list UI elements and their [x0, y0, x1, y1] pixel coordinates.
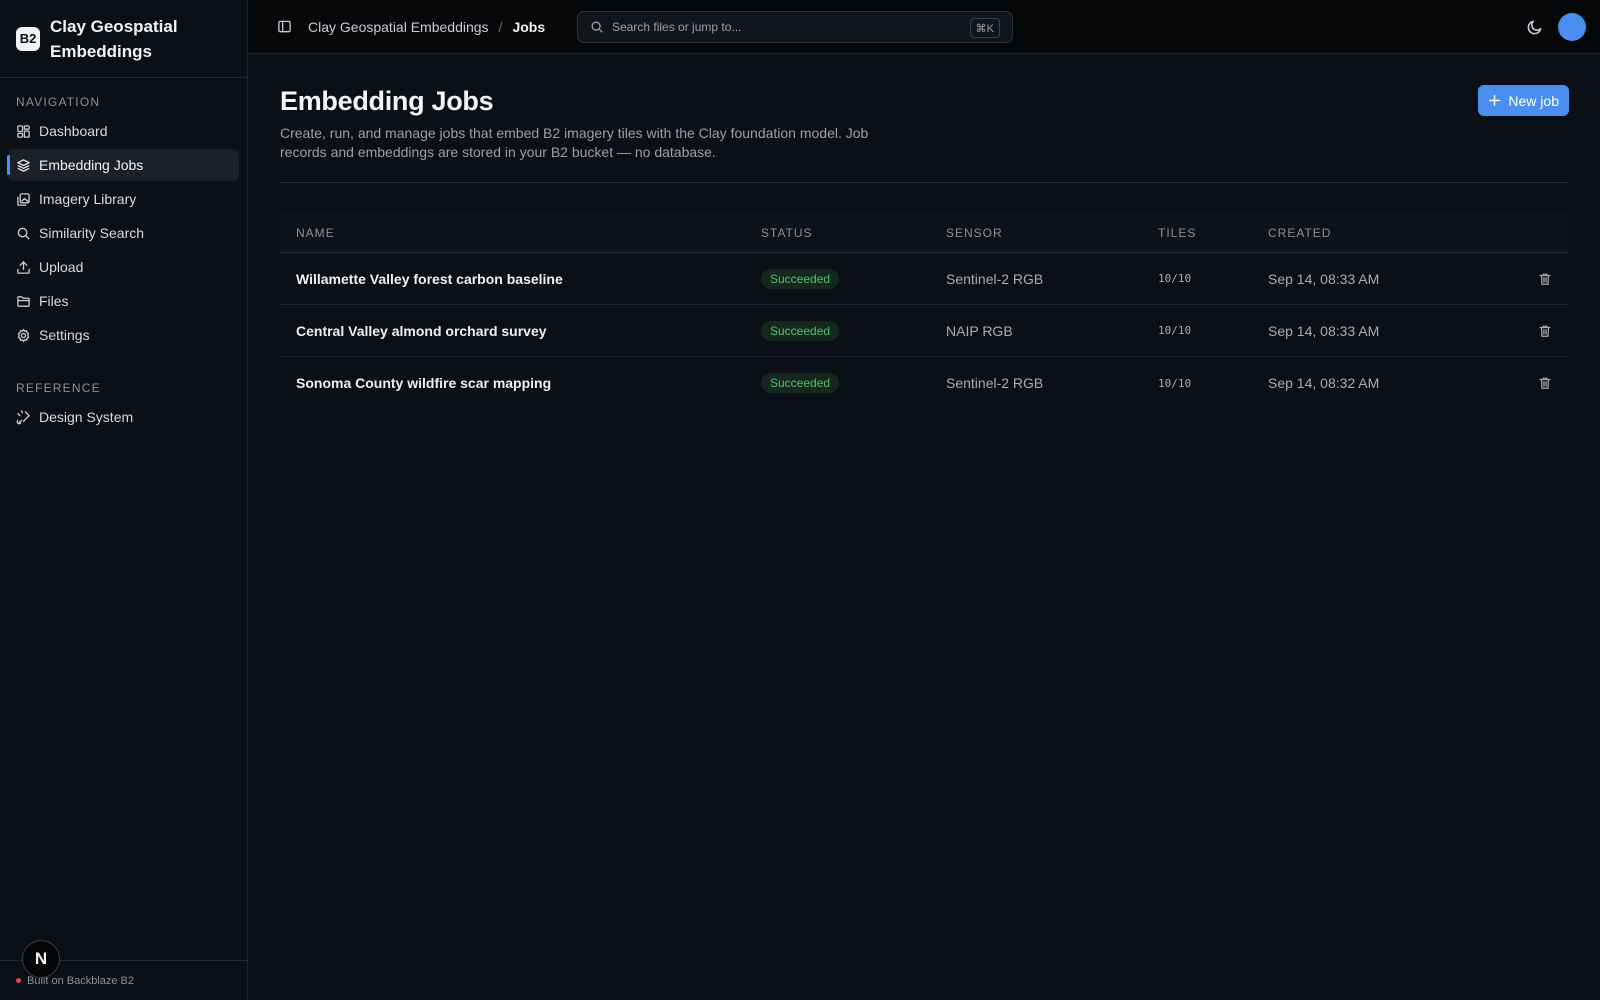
sidebar-toggle-button[interactable] [272, 15, 296, 39]
column-header-tiles[interactable]: Tiles [1158, 226, 1268, 240]
avatar[interactable] [1558, 13, 1586, 41]
sidebar-item-label: Upload [39, 259, 84, 275]
page-description: Create, run, and manage jobs that embed … [280, 125, 869, 160]
sidebar-item-design-system[interactable]: Design System [8, 401, 239, 433]
trash-icon [1539, 377, 1550, 389]
keyboard-shortcut-hint: ⌘K [969, 18, 1000, 38]
sidebar-item-label: Embedding Jobs [39, 157, 144, 173]
gear-icon [17, 328, 30, 342]
reference-list: Design System [0, 401, 247, 433]
images-icon [17, 192, 30, 206]
jobs-table: Name Status Sensor Tiles Created Willame… [280, 213, 1569, 409]
job-name[interactable]: Central Valley almond orchard survey [280, 323, 761, 339]
created-cell: Sep 14, 08:32 AM [1268, 375, 1380, 391]
status-cell: Succeeded [761, 373, 946, 393]
sidebar: B2 Clay Geospatial Embeddings Navigation… [0, 0, 248, 1000]
status-cell: Succeeded [761, 268, 946, 289]
job-name[interactable]: Sonoma County wildfire scar mapping [280, 375, 761, 391]
plus-icon [1489, 95, 1501, 106]
sidebar-item-imagery-library[interactable]: Imagery Library [8, 183, 239, 215]
delete-job-button[interactable] [1520, 376, 1569, 390]
b2-logo: B2 [16, 26, 40, 51]
nav-section-title: Navigation [16, 95, 101, 109]
main-content: Embedding Jobs Create, run, and manage j… [280, 54, 1569, 409]
upload-icon [17, 260, 30, 274]
sidebar-item-embedding-jobs[interactable]: Embedding Jobs [7, 149, 239, 181]
column-header-sensor[interactable]: Sensor [946, 226, 1158, 240]
sidebar-item-label: Imagery Library [39, 191, 137, 207]
tiles-cell: 10/10 [1158, 376, 1192, 390]
new-job-label: New job [1508, 92, 1559, 109]
search-input[interactable]: Search files or jump to... ⌘K [577, 11, 1013, 43]
sidebar-item-label: Files [39, 293, 69, 309]
breadcrumb-root-link[interactable]: Clay Geospatial Embeddings [308, 19, 489, 35]
reference-section-title: Reference [16, 381, 101, 395]
nav-list: Dashboard Embedding Jobs Imagery Library… [0, 115, 247, 351]
tiles-cell: 10/10 [1158, 272, 1192, 285]
trash-icon [1539, 273, 1550, 285]
search-icon [591, 21, 603, 33]
sensor-cell: Sentinel-2 RGB [946, 375, 1044, 391]
grid-icon [17, 124, 30, 138]
sidebar-item-settings[interactable]: Settings [8, 319, 239, 351]
created-cell: Sep 14, 08:33 AM [1268, 270, 1380, 287]
new-job-button[interactable]: New job [1478, 85, 1569, 116]
search-placeholder: Search files or jump to... [612, 20, 742, 34]
table-row[interactable]: Willamette Valley forest carbon baseline… [280, 253, 1569, 305]
nextjs-badge-button[interactable]: N [22, 940, 60, 978]
table-row[interactable]: Sonoma County wildfire scar mapping Succ… [280, 357, 1569, 409]
sidebar-item-label: Dashboard [39, 123, 108, 139]
page-title: Embedding Jobs [280, 86, 494, 116]
app-name: Clay Geospatial Embeddings [50, 16, 178, 61]
breadcrumb: Clay Geospatial Embeddings / Jobs [308, 19, 545, 35]
table-header: Name Status Sensor Tiles Created [280, 213, 1569, 253]
layers-icon [17, 158, 30, 172]
delete-job-button[interactable] [1520, 324, 1569, 338]
sidebar-item-similarity-search[interactable]: Similarity Search [8, 217, 239, 249]
sensor-cell: NAIP RGB [946, 322, 1013, 339]
breadcrumb-separator: / [498, 18, 503, 35]
sidebar-item-label: Settings [39, 327, 90, 343]
status-badge: Succeeded [761, 373, 840, 393]
table-row[interactable]: Central Valley almond orchard survey Suc… [280, 305, 1569, 357]
status-badge: Succeeded [761, 268, 840, 289]
sidebar-item-upload[interactable]: Upload [8, 251, 239, 283]
sidebar-toggle-icon [277, 20, 291, 33]
status-badge: Succeeded [761, 320, 840, 341]
column-header-name[interactable]: Name [280, 226, 761, 240]
sidebar-item-dashboard[interactable]: Dashboard [8, 115, 239, 147]
tiles-cell: 10/10 [1158, 324, 1192, 337]
status-dot [16, 978, 21, 983]
sidebar-item-label: Design System [39, 409, 134, 425]
brand[interactable]: B2 Clay Geospatial Embeddings [0, 0, 247, 78]
sidebar-item-label: Similarity Search [39, 225, 145, 241]
sidebar-item-files[interactable]: Files [8, 285, 239, 317]
folder-icon [17, 295, 30, 307]
search-icon [17, 227, 30, 240]
status-cell: Succeeded [761, 320, 946, 341]
breadcrumb-current: Jobs [512, 18, 546, 35]
job-name[interactable]: Willamette Valley forest carbon baseline [280, 271, 761, 287]
trash-icon [1539, 325, 1550, 337]
created-cell: Sep 14, 08:33 AM [1268, 322, 1380, 339]
sensor-cell: Sentinel-2 RGB [946, 270, 1044, 287]
topbar: Clay Geospatial Embeddings / Jobs Search… [248, 0, 1600, 54]
palette-icon [16, 409, 31, 424]
page-header: Embedding Jobs Create, run, and manage j… [280, 54, 1569, 183]
column-header-created[interactable]: Created [1268, 226, 1520, 240]
moon-icon[interactable] [1526, 18, 1544, 36]
delete-job-button[interactable] [1520, 272, 1569, 286]
column-header-status[interactable]: Status [761, 226, 946, 240]
